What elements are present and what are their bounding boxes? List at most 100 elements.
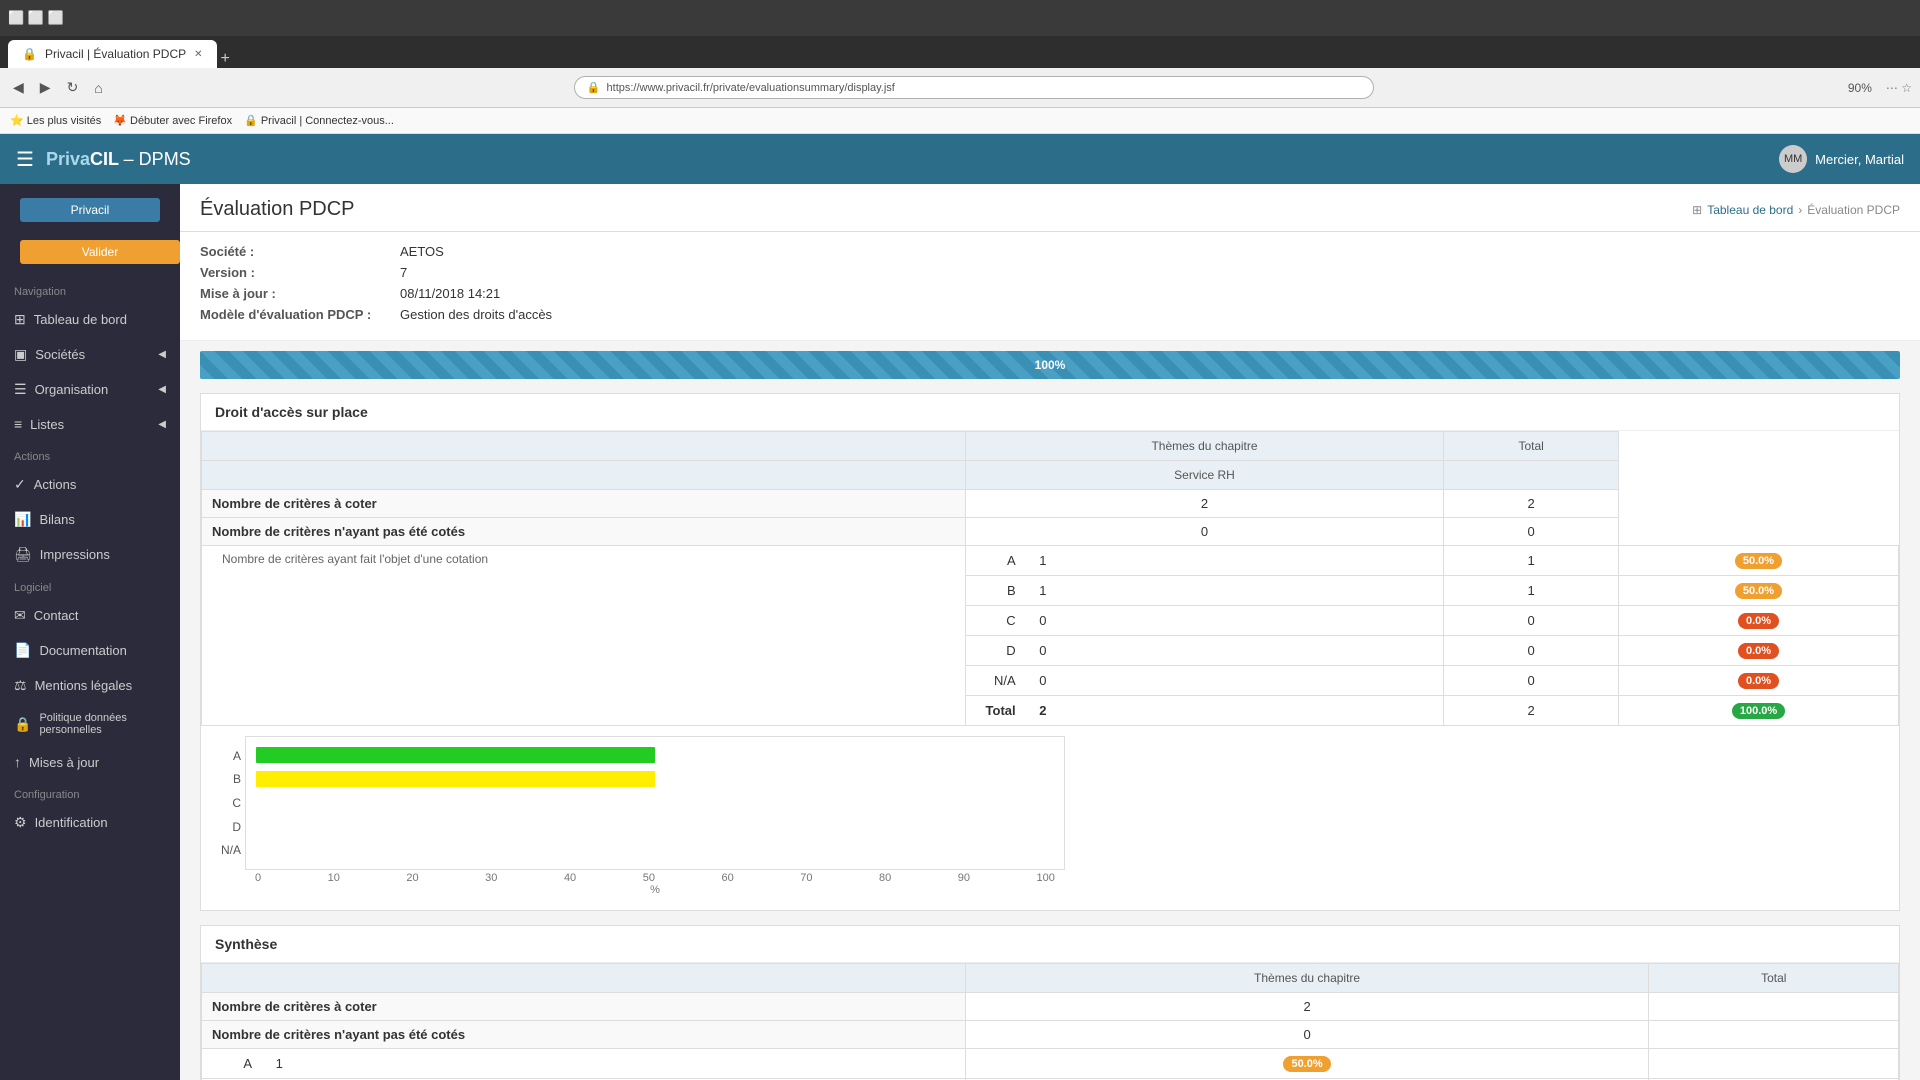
sidebar-item-label: Politique données personnelles (39, 712, 166, 736)
chevron-right-icon: ◀ (158, 384, 166, 395)
s2-col-empty (202, 964, 966, 993)
criteres-non-cotes-val1: 0 (965, 518, 1444, 546)
s2-criteres-non-cotes-val1: 0 (965, 1021, 1649, 1049)
bookmark-visited[interactable]: ⭐ Les plus visités (10, 114, 101, 127)
sidebar-item-label: Listes (30, 417, 64, 432)
s2-col-total: Total (1649, 964, 1899, 993)
s2-criteres-non-cotes-label: Nombre de critères n'ayant pas été cotés (202, 1021, 966, 1049)
row-c-val2: 0 (1444, 606, 1619, 636)
col-service-rh: Service RH (965, 461, 1444, 490)
app-brand: PrivaCIL – DPMS (46, 149, 191, 170)
table-row: Nombre de critères ayant fait l'objet d'… (202, 546, 1899, 576)
breadcrumb-separator: › (1798, 203, 1802, 217)
sidebar-item-actions[interactable]: ✓ Actions (0, 467, 180, 502)
home-button[interactable]: ⌂ (89, 78, 107, 98)
version-value: 7 (400, 265, 407, 280)
sidebar-item-bilans[interactable]: 📊 Bilans (0, 502, 180, 537)
x-axis-labels: 0 10 20 30 40 50 60 70 80 90 100 (245, 870, 1065, 884)
sidebar-item-organisation[interactable]: ☰ Organisation ◀ (0, 372, 180, 407)
hamburger-button[interactable]: ☰ (16, 147, 34, 172)
row-b-badge: 50.0% (1619, 576, 1899, 606)
privacil-dropdown-button[interactable]: Privacil (20, 198, 160, 222)
bilans-icon: 📊 (14, 511, 31, 528)
row-na-indent: N/A 0 (965, 666, 1444, 696)
info-block: Société : AETOS Version : 7 Mise à jour … (180, 232, 1920, 341)
chart-row-a (256, 745, 1054, 765)
reload-button[interactable]: ↻ (62, 77, 84, 98)
section1-table: Thèmes du chapitre Total Service RH Nomb… (201, 431, 1899, 726)
sidebar-item-impressions[interactable]: 🖨 Impressions (0, 537, 180, 572)
sidebar-item-listes[interactable]: ≡ Listes ◀ (0, 407, 180, 441)
societe-row: Société : AETOS (200, 244, 1900, 259)
sidebar-item-label: Impressions (40, 547, 110, 562)
actions-icon: ✓ (14, 476, 26, 493)
s2-row-a-total (1649, 1049, 1899, 1079)
bookmark-privacil[interactable]: 🔒 Privacil | Connectez-vous... (244, 114, 394, 127)
chart-row-d (256, 817, 1054, 837)
valider-button[interactable]: Valider (20, 240, 180, 264)
modele-label: Modèle d'évaluation PDCP : (200, 307, 400, 322)
row-a-val2: 1 (1444, 546, 1619, 576)
x-label-40: 40 (564, 872, 576, 884)
page-header: Évaluation PDCP ⊞ Tableau de bord › Éval… (180, 184, 1920, 232)
back-button[interactable]: ◀ (8, 77, 29, 98)
browser-tabs: 🔒 Privacil | Évaluation PDCP ✕ + (0, 36, 1920, 68)
sidebar-item-label: Documentation (39, 643, 126, 658)
version-row: Version : 7 (200, 265, 1900, 280)
active-tab[interactable]: 🔒 Privacil | Évaluation PDCP ✕ (8, 40, 217, 68)
col-criteria-header (202, 432, 966, 461)
breadcrumb-home[interactable]: Tableau de bord (1707, 203, 1793, 217)
mentions-icon: ⚖ (14, 677, 27, 694)
sidebar-item-label: Identification (35, 815, 108, 830)
updates-icon: ↑ (14, 754, 21, 770)
col-total-header: Total (1444, 432, 1619, 461)
row-na-badge: 0.0% (1619, 666, 1899, 696)
zoom-level: 90% (1848, 81, 1872, 95)
organisation-icon: ☰ (14, 381, 27, 398)
cotation-label: Nombre de critères ayant fait l'objet d'… (202, 546, 966, 726)
sidebar-item-identification[interactable]: ⚙ Identification (0, 805, 180, 840)
row-c-badge: 0.0% (1619, 606, 1899, 636)
close-tab-button[interactable]: ✕ (194, 49, 202, 60)
progress-section: 100% (180, 351, 1920, 379)
chart-wrapper: A B C D N/A (215, 736, 1885, 870)
forward-button[interactable]: ▶ (35, 77, 56, 98)
sidebar-item-label: Sociétés (35, 347, 85, 362)
nav-section-label: Navigation (0, 276, 180, 302)
sidebar-item-contact[interactable]: ✉ Contact (0, 598, 180, 633)
sidebar-item-societes[interactable]: ▣ Sociétés ◀ (0, 337, 180, 372)
sidebar-item-label: Actions (34, 477, 77, 492)
chart-row-b (256, 769, 1054, 789)
societes-icon: ▣ (14, 346, 27, 363)
sidebar-item-mises-a-jour[interactable]: ↑ Mises à jour (0, 745, 180, 779)
page-title: Évaluation PDCP (200, 198, 355, 221)
breadcrumb-icon: ⊞ (1692, 203, 1702, 217)
config-section-label: Configuration (0, 779, 180, 805)
table-row: A 1 50.0% (202, 1049, 1899, 1079)
x-label-20: 20 (406, 872, 418, 884)
main-content: Évaluation PDCP ⊞ Tableau de bord › Éval… (180, 184, 1920, 1080)
sidebar-item-label: Mentions légales (35, 678, 133, 693)
chart-bars-area (245, 736, 1065, 870)
sidebar-item-politique[interactable]: 🔒 Politique données personnelles (0, 703, 180, 745)
address-bar[interactable]: 🔒 https://www.privacil.fr/private/evalua… (574, 76, 1374, 99)
bookmark-firefox[interactable]: 🦊 Débuter avec Firefox (113, 114, 232, 127)
s2-criteres-non-cotes-val2 (1649, 1021, 1899, 1049)
top-nav: ☰ PrivaCIL – DPMS MM Mercier, Martial (0, 134, 1920, 184)
table-row: Nombre de critères n'ayant pas été cotés… (202, 518, 1899, 546)
chart-label-b: B (215, 769, 245, 789)
s2-row-a-badge: 50.0% (965, 1049, 1649, 1079)
user-menu[interactable]: MM Mercier, Martial (1779, 145, 1904, 173)
section2-title: Synthèse (201, 926, 1899, 963)
add-tab-button[interactable]: + (221, 50, 230, 68)
chart1: A B C D N/A (201, 726, 1899, 910)
sidebar-item-tableau-de-bord[interactable]: ⊞ Tableau de bord (0, 302, 180, 337)
chart-row-na (256, 841, 1054, 861)
societe-label: Société : (200, 244, 400, 259)
x-label-80: 80 (879, 872, 891, 884)
row-a-indent: A 1 (965, 546, 1444, 576)
s2-criteres-coter-val2 (1649, 993, 1899, 1021)
sidebar-item-mentions-legales[interactable]: ⚖ Mentions légales (0, 668, 180, 703)
sidebar-item-documentation[interactable]: 📄 Documentation (0, 633, 180, 668)
modele-value: Gestion des droits d'accès (400, 307, 552, 322)
